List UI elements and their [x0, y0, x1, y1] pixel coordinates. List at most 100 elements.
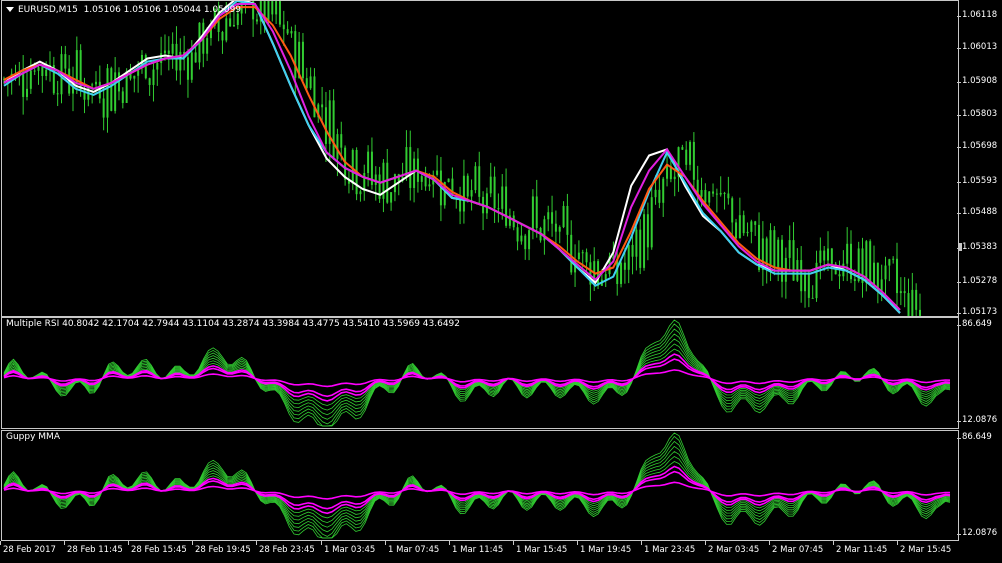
candle-body — [903, 291, 906, 294]
candle-body — [846, 243, 849, 264]
guppy-pane-title: Guppy MMA — [6, 432, 60, 442]
candle-body — [562, 205, 565, 228]
guppy-chart-svg — [3, 432, 951, 539]
candle-body — [409, 147, 412, 188]
price-axis[interactable]: 1.06118 1.06013 1.05908 1.05803 1.05698 1.055… — [956, 0, 1002, 317]
time-axis-label: 2 Mar 07:45 — [768, 541, 824, 555]
candle-body — [692, 141, 695, 180]
candle-body — [673, 176, 676, 180]
candle-body — [290, 31, 293, 34]
candle-body — [309, 76, 312, 89]
rsi-axis-max: 86.649 — [957, 319, 992, 329]
candle-body — [581, 252, 584, 254]
candle-body — [723, 192, 726, 194]
rsi-plot-area[interactable] — [1, 317, 959, 429]
multiple-rsi-pane[interactable]: Multiple RSI 40.8042 42.1704 42.7944 43.… — [0, 317, 1002, 429]
candle-body — [853, 279, 856, 282]
candle-body — [114, 72, 117, 111]
candle-body — [620, 262, 623, 284]
candle-body — [781, 239, 784, 282]
rsi-axis[interactable]: 86.649 12.0876 — [956, 317, 1002, 429]
dropdown-triangle-icon[interactable] — [6, 7, 14, 12]
candle-body — [807, 273, 810, 298]
candle-body — [769, 230, 772, 267]
candle-body — [819, 250, 822, 263]
guppy-axis[interactable]: 86.649 12.0876 — [956, 430, 1002, 541]
candle-body — [110, 68, 113, 111]
time-axis-label: 2 Mar 15:45 — [896, 541, 952, 555]
candle-body — [106, 68, 109, 118]
candle-body — [627, 244, 630, 270]
candle-body — [528, 230, 531, 250]
candle-body — [738, 215, 741, 239]
candle-body — [531, 196, 534, 231]
candle-body — [788, 240, 791, 258]
candle-body — [631, 244, 634, 257]
rsi-pane-title: Multiple RSI 40.8042 42.1704 42.7944 43.… — [6, 319, 461, 329]
candle-body — [390, 192, 393, 203]
candle-body — [156, 62, 159, 70]
candle-body — [190, 52, 193, 80]
time-axis[interactable]: 28 Feb 2017 28 Feb 11:45 28 Feb 15:45 28 Fe… — [0, 541, 1002, 563]
candle-body — [585, 252, 588, 263]
candle-body — [179, 51, 182, 71]
rsi-axis-min: 12.0876 — [956, 415, 998, 425]
candle-body — [547, 212, 550, 220]
candle-body — [324, 107, 327, 144]
oscillator-line — [3, 323, 951, 427]
candle-body — [919, 309, 921, 316]
candle-body — [493, 176, 496, 209]
candle-body — [386, 162, 389, 203]
time-axis-label: 28 Feb 23:45 — [256, 541, 315, 555]
candle-body — [911, 289, 914, 316]
time-axis-label: 1 Mar 19:45 — [576, 541, 632, 555]
candle-body — [282, 24, 285, 30]
candle-body — [489, 176, 492, 194]
candle-body — [102, 98, 105, 118]
price-chart-svg — [3, 1, 921, 316]
candle-body — [301, 41, 304, 79]
candle-body — [294, 31, 297, 78]
candle-body — [520, 235, 523, 242]
candle-body — [474, 166, 477, 191]
candle-body — [37, 67, 40, 71]
candle-body — [340, 134, 343, 148]
candle-body — [22, 72, 25, 97]
time-axis-label: 1 Mar 23:45 — [640, 541, 696, 555]
candle-body — [255, 19, 258, 22]
candle-body — [604, 274, 607, 280]
price-axis-label: 1.06013 — [956, 42, 998, 52]
price-axis-label: 1.05173 — [956, 307, 998, 317]
oscillator-line — [3, 461, 951, 519]
candle-body — [566, 205, 569, 235]
candle-body — [186, 57, 189, 80]
candle-body — [654, 189, 657, 198]
guppy-mma-pane[interactable]: Guppy MMA 86.649 12.0876 — [0, 430, 1002, 541]
candle-body — [777, 239, 780, 268]
candle-body — [374, 174, 377, 185]
candle-body — [405, 147, 408, 177]
candle-body — [148, 78, 151, 86]
candle-body — [704, 190, 707, 203]
candle-body — [232, 25, 235, 27]
candle-body — [133, 75, 136, 79]
candle-body — [505, 186, 508, 226]
candle-body — [497, 208, 500, 210]
price-plot-area[interactable] — [1, 0, 959, 317]
candle-body — [485, 193, 488, 214]
candle-body — [41, 67, 44, 76]
candle-body — [754, 221, 757, 225]
oscillator-line — [3, 456, 951, 524]
symbol-label: EURUSD,M15 — [18, 5, 78, 15]
guppy-plot-area[interactable] — [1, 430, 959, 541]
candle-body — [45, 69, 48, 76]
time-axis-label: 2 Mar 03:45 — [704, 541, 760, 555]
candle-body — [880, 279, 883, 291]
candle-body — [746, 231, 749, 234]
candle-body — [892, 258, 895, 260]
candle-body — [804, 273, 807, 292]
candle-body — [635, 229, 638, 257]
candle-body — [750, 221, 753, 232]
price-chart-pane[interactable]: EURUSD,M15 1.05106 1.05106 1.05044 1.050… — [0, 0, 1002, 317]
price-axis-label: 1.05278 — [956, 276, 998, 286]
